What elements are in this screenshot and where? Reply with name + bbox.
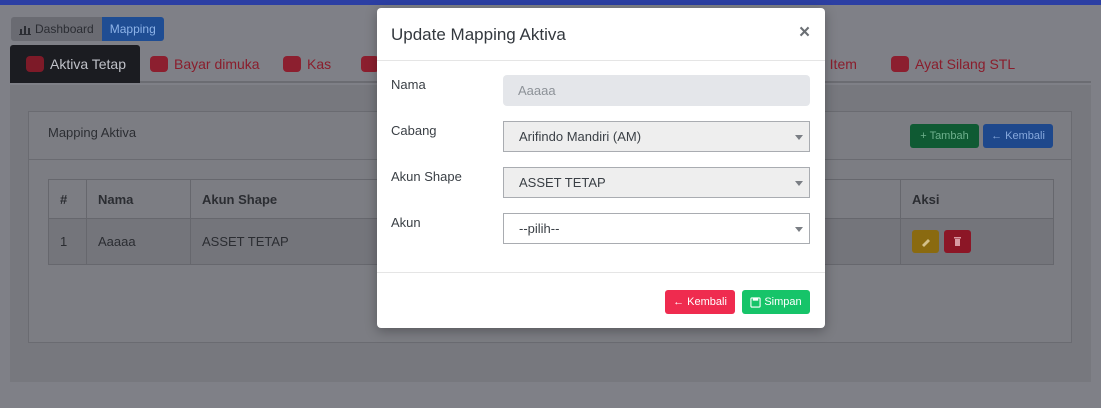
akun-select[interactable]: --pilih-- [503, 213, 810, 244]
chart-icon [26, 56, 44, 72]
breadcrumb-mapping-label: Mapping [109, 22, 156, 36]
chevron-down-icon [795, 227, 803, 232]
pencil-icon [922, 239, 930, 247]
akun-shape-select[interactable]: ASSET TETAP [503, 167, 810, 198]
simpan-button[interactable]: Simpan [742, 290, 810, 314]
cabang-value: Arifindo Mandiri (AM) [519, 129, 642, 144]
column-header: Nama [86, 179, 191, 219]
trash-icon [953, 237, 961, 246]
modal-kembali-button[interactable]: ← Kembali [665, 290, 735, 314]
breadcrumb-dashboard[interactable]: Dashboard [11, 17, 102, 41]
delete-button[interactable] [943, 230, 971, 253]
tab-ayat-silang-stl[interactable]: Ayat Silang STL [891, 45, 1015, 83]
kembali-button[interactable]: ← Kembali [983, 124, 1053, 148]
nama-label: Nama [391, 77, 426, 92]
cabang-label: Cabang [391, 123, 437, 138]
tambah-button[interactable]: + Tambah [910, 124, 979, 148]
cell-nama: Aaaaa [86, 218, 191, 265]
tab-label: Kas [307, 56, 332, 72]
breadcrumb-dashboard-label: Dashboard [35, 22, 94, 36]
network-icon [283, 56, 301, 72]
tab-label: Ayat Silang STL [915, 56, 1016, 72]
folder-icon [891, 56, 909, 72]
edit-button[interactable] [912, 230, 939, 253]
nama-value: Aaaaa [518, 83, 556, 98]
akun-value: --pilih-- [519, 221, 560, 236]
folder-icon [150, 56, 168, 72]
tab-kas[interactable]: Kas [283, 45, 331, 83]
akun-shape-label: Akun Shape [391, 169, 462, 184]
modal-footer: ← Kembali Simpan [377, 272, 825, 328]
chevron-down-icon [795, 135, 803, 140]
tab-label: Aktiva Tetap [50, 56, 127, 72]
column-header: # [48, 179, 87, 219]
simpan-label: Simpan [764, 296, 802, 308]
cabang-select[interactable]: Arifindo Mandiri (AM) [503, 121, 810, 152]
tab-bayar-dimuka[interactable]: Bayar dimuka [150, 45, 260, 83]
cell-aksi [900, 218, 1054, 265]
nama-field: Aaaaa [503, 75, 810, 106]
modal-title: Update Mapping Aktiva [391, 25, 566, 44]
breadcrumb-mapping: Mapping [101, 17, 164, 41]
cell-no: 1 [48, 218, 87, 265]
breadcrumb: Dashboard Mapping [11, 17, 164, 41]
save-icon [750, 296, 761, 308]
tab-label: Bayar dimuka [174, 56, 260, 72]
chart-icon [19, 25, 31, 35]
akun-shape-value: ASSET TETAP [519, 175, 606, 190]
column-header: Aksi [900, 179, 1054, 219]
chevron-down-icon [795, 181, 803, 186]
modal-header: Update Mapping Aktiva × [377, 8, 825, 61]
tab-aktiva-tetap[interactable]: Aktiva Tetap [10, 45, 141, 83]
akun-label: Akun [391, 215, 421, 230]
close-icon[interactable]: × [799, 22, 810, 44]
update-mapping-modal: Update Mapping Aktiva × Nama Aaaaa Caban… [377, 8, 825, 328]
card-title: Mapping Aktiva [48, 125, 137, 140]
